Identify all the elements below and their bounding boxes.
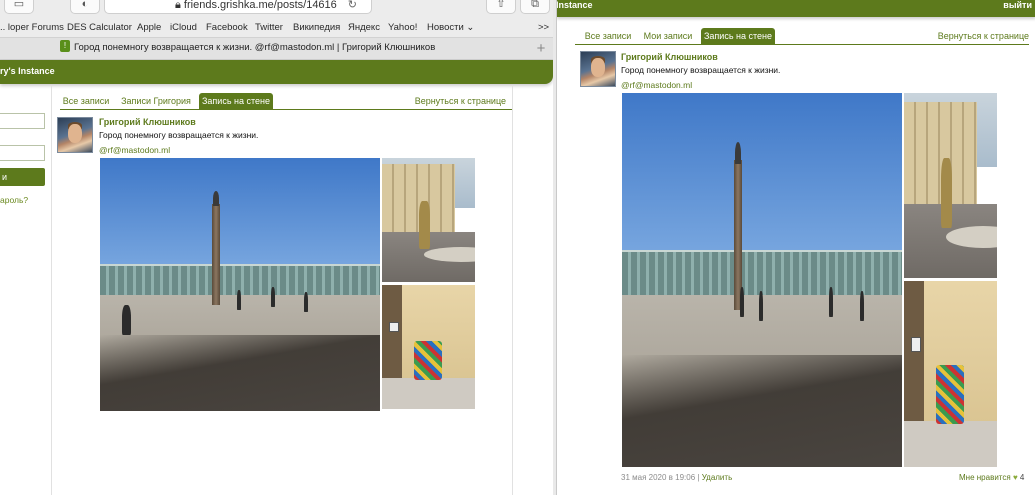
tab-wall-post[interactable]: Запись на стене bbox=[701, 28, 775, 45]
post-photo-statue[interactable] bbox=[382, 158, 475, 282]
tab-my-posts[interactable]: Мои записи bbox=[641, 28, 695, 45]
wall-tabs: Все записи Мои записи Запись на стене Ве… bbox=[575, 27, 1029, 45]
wall-tabs: Все записи Записи Григория Запись на сте… bbox=[60, 92, 512, 110]
tab-bar: ! Город понемногу возвращается к жизни. … bbox=[0, 37, 553, 59]
bookmark-item[interactable]: DES Calculator bbox=[67, 22, 132, 33]
author-avatar[interactable] bbox=[57, 117, 93, 153]
mention-link[interactable]: @rf@mastodon.ml bbox=[99, 145, 170, 155]
active-tab-title[interactable]: Город понемногу возвращается к жизни. @r… bbox=[74, 42, 435, 53]
post-author-link[interactable]: Григорий Клюшников bbox=[99, 117, 196, 127]
like-button[interactable]: Мне нравится ♥ 4 bbox=[959, 473, 1024, 482]
tabs-overview-icon[interactable]: ⧉ bbox=[520, 0, 550, 14]
bookmarks-bar: .. loper Forums DES Calculator Apple iCl… bbox=[0, 20, 553, 36]
post-photo-main[interactable] bbox=[622, 93, 902, 467]
bookmarks-more-button[interactable]: >> bbox=[538, 22, 549, 33]
tab-user-posts[interactable]: Записи Григория bbox=[118, 93, 194, 110]
post-meta: 31 мая 2020 в 19:06 | Удалить bbox=[621, 473, 732, 482]
address-bar[interactable]: 🔒︎ friends.grishka.me/posts/14616 ↻ bbox=[104, 0, 372, 14]
post-text: Город понемногу возвращается к жизни. bbox=[99, 130, 259, 140]
post-author-link[interactable]: Григорий Клюшников bbox=[621, 52, 718, 62]
browser-chrome: ▭ ◐ 🔒︎ friends.grishka.me/posts/14616 ↻ … bbox=[0, 0, 553, 60]
site-header: Instance выйти bbox=[557, 0, 1035, 17]
post-date[interactable]: 31 мая 2020 в 19:06 bbox=[621, 473, 695, 482]
post-text: Город понемногу возвращается к жизни. bbox=[621, 65, 781, 75]
browser-toolbar: ▭ ◐ 🔒︎ friends.grishka.me/posts/14616 ↻ … bbox=[0, 0, 553, 16]
bookmark-item[interactable]: .. loper Forums bbox=[0, 22, 64, 33]
logout-link[interactable]: выйти bbox=[1003, 0, 1032, 10]
bookmark-item[interactable]: Википедия bbox=[293, 22, 340, 33]
share-icon[interactable]: ⇧ bbox=[486, 0, 516, 14]
like-label: Мне нравится bbox=[959, 473, 1011, 482]
browser-window-right: Instance выйти Все записи Мои записи Зап… bbox=[556, 0, 1035, 495]
browser-window-left: ▭ ◐ 🔒︎ friends.grishka.me/posts/14616 ↻ … bbox=[0, 0, 553, 495]
tab-all-posts[interactable]: Все записи bbox=[583, 28, 633, 45]
url-text: friends.grishka.me/posts/14616 bbox=[183, 0, 337, 11]
bookmark-item[interactable]: Яндекс bbox=[348, 22, 380, 33]
bookmark-item[interactable]: Facebook bbox=[206, 22, 248, 33]
meta-separator: | bbox=[697, 473, 700, 482]
tab-all-posts[interactable]: Все записи bbox=[60, 93, 112, 110]
lock-icon: 🔒︎ bbox=[175, 0, 184, 11]
site-title[interactable]: Instance bbox=[557, 0, 593, 10]
username-field[interactable] bbox=[0, 113, 45, 129]
shield-icon[interactable]: ◐ bbox=[70, 0, 100, 14]
post-photo-kiosk[interactable] bbox=[904, 281, 997, 467]
new-tab-button[interactable]: + bbox=[531, 38, 551, 60]
like-count: 4 bbox=[1019, 473, 1025, 482]
bookmark-item[interactable]: Новости ⌄ bbox=[427, 22, 474, 33]
forgot-password-link[interactable]: ароль? bbox=[0, 195, 28, 205]
login-button[interactable]: и bbox=[0, 168, 45, 186]
site-header: ry's Instance bbox=[0, 60, 553, 84]
back-to-page-link[interactable]: Вернуться к странице bbox=[415, 93, 506, 110]
post-photo-main[interactable] bbox=[100, 158, 380, 411]
delete-post-link[interactable]: Удалить bbox=[702, 473, 733, 482]
bookmark-item[interactable]: Twitter bbox=[255, 22, 283, 33]
post-photo-kiosk[interactable] bbox=[382, 285, 475, 409]
back-to-page-link[interactable]: Вернуться к странице bbox=[938, 28, 1029, 45]
post-photo-statue[interactable] bbox=[904, 93, 997, 278]
password-field[interactable] bbox=[0, 145, 45, 161]
reload-icon[interactable]: ↻ bbox=[348, 0, 357, 15]
bookmark-item[interactable]: Apple bbox=[137, 22, 161, 33]
heart-icon: ♥ bbox=[1012, 473, 1018, 482]
tab-wall-post[interactable]: Запись на стене bbox=[199, 93, 273, 110]
author-avatar[interactable] bbox=[580, 51, 616, 87]
bookmark-item[interactable]: Yahoo! bbox=[388, 22, 417, 33]
favicon-icon: ! bbox=[60, 40, 70, 52]
site-title[interactable]: ry's Instance bbox=[0, 66, 55, 76]
sidebar-toggle-icon[interactable]: ▭ bbox=[4, 0, 34, 14]
bookmark-item[interactable]: iCloud bbox=[170, 22, 197, 33]
mention-link[interactable]: @rf@mastodon.ml bbox=[621, 80, 692, 90]
